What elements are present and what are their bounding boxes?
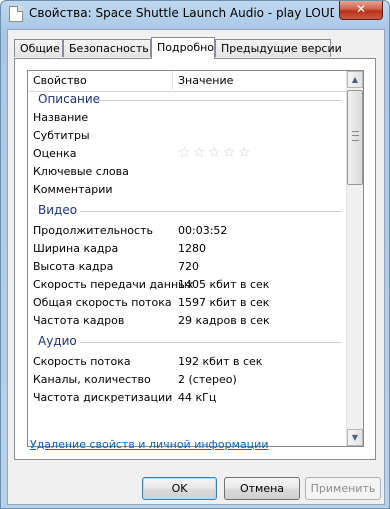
group-label: Видео: [38, 203, 78, 217]
property-name: Скорость потока: [33, 355, 131, 368]
apply-button[interactable]: Применить: [305, 477, 381, 500]
property-name: Оценка: [33, 147, 77, 160]
star-icon[interactable]: ☆: [223, 145, 238, 161]
column-header-value[interactable]: Значение: [173, 71, 346, 90]
star-icon[interactable]: ☆: [208, 145, 223, 161]
star-icon[interactable]: ☆: [178, 145, 193, 161]
property-name: Субтитры: [33, 129, 90, 142]
column-header-property[interactable]: Свойство: [28, 71, 173, 90]
property-name: Продолжительность: [33, 224, 153, 237]
group-header-video: Видео: [28, 202, 346, 220]
scroll-down-arrow-icon[interactable]: ▼: [347, 429, 363, 446]
list-item[interactable]: Комментарии: [28, 181, 346, 199]
property-name: Название: [33, 111, 89, 124]
list-item[interactable]: Скорость потока 192 кбит в сек: [28, 353, 346, 371]
list-item[interactable]: Частота дискретизации 44 кГц: [28, 389, 346, 407]
property-value: 192 кбит в сек: [178, 355, 263, 368]
property-value: 2 (стерео): [178, 373, 237, 386]
remove-properties-link[interactable]: Удаление свойств и личной информации: [30, 438, 268, 451]
tab-details[interactable]: Подробно: [151, 37, 215, 59]
list-item[interactable]: Название: [28, 109, 346, 127]
property-value: 720: [178, 260, 199, 273]
property-name: Частота дискретизации: [33, 391, 173, 404]
list-item[interactable]: Высота кадра 720: [28, 258, 346, 276]
tab-security[interactable]: Безопасность: [63, 39, 151, 57]
vertical-scrollbar[interactable]: ▲ ▼: [346, 71, 363, 446]
list-item[interactable]: Продолжительность 00:03:52: [28, 222, 346, 240]
list-item[interactable]: Частота кадров 29 кадров в сек: [28, 312, 346, 330]
rating-stars[interactable]: ☆ ☆ ☆ ☆ ☆: [178, 145, 253, 161]
property-name: Ширина кадра: [33, 242, 119, 255]
property-value: 1405 кбит в сек: [178, 278, 270, 291]
close-button[interactable]: ✕: [339, 1, 383, 20]
tab-general[interactable]: Общие: [14, 39, 63, 57]
property-value: 44 кГц: [178, 391, 217, 404]
list-item[interactable]: Ширина кадра 1280: [28, 240, 346, 258]
group-divider: [96, 100, 342, 101]
ok-button[interactable]: OK: [142, 477, 217, 500]
scroll-up-arrow-icon[interactable]: ▲: [347, 71, 363, 88]
details-panel: Свойство Значение Описание Название Субт…: [14, 58, 376, 460]
property-name: Каналы, количество: [33, 373, 151, 386]
group-divider: [80, 342, 342, 343]
properties-dialog: Свойства: Space Shuttle Launch Audio - p…: [0, 0, 390, 509]
property-name: Ключевые слова: [33, 165, 129, 178]
list-item[interactable]: Каналы, количество 2 (стерео): [28, 371, 346, 389]
property-value: 29 кадров в сек: [178, 314, 270, 327]
tab-previous-versions[interactable]: Предыдущие версии: [215, 39, 342, 57]
group-label: Описание: [38, 92, 101, 106]
star-icon[interactable]: ☆: [238, 145, 253, 161]
grip-icon: [352, 131, 359, 141]
scrollbar-thumb[interactable]: [347, 90, 363, 185]
group-header-description: Описание: [28, 91, 346, 109]
list-item[interactable]: Оценка ☆ ☆ ☆ ☆ ☆: [28, 145, 346, 163]
property-name: Высота кадра: [33, 260, 114, 273]
property-value: 00:03:52: [178, 224, 228, 237]
title-bar[interactable]: Свойства: Space Shuttle Launch Audio - p…: [1, 1, 389, 27]
list-item[interactable]: Общая скорость потока 1597 кбит в сек: [28, 294, 346, 312]
property-name: Комментарии: [33, 183, 113, 196]
properties-list[interactable]: Свойство Значение Описание Название Субт…: [27, 70, 364, 447]
group-divider: [80, 211, 342, 212]
property-name: Частота кадров: [33, 314, 125, 327]
window-title: Свойства: Space Shuttle Launch Audio - p…: [29, 6, 334, 20]
star-icon[interactable]: ☆: [193, 145, 208, 161]
list-header: Свойство Значение: [28, 71, 346, 92]
cancel-button[interactable]: Отмена: [224, 477, 300, 500]
property-value: 1597 кбит в сек: [178, 296, 270, 309]
dialog-body: Общие Безопасность Подробно Предыдущие в…: [7, 29, 385, 505]
property-name: Скорость передачи данных: [33, 278, 194, 291]
group-label: Аудио: [38, 334, 77, 348]
file-icon: [9, 6, 23, 22]
list-item[interactable]: Субтитры: [28, 127, 346, 145]
list-item[interactable]: Ключевые слова: [28, 163, 346, 181]
property-name: Общая скорость потока: [33, 296, 172, 309]
group-header-audio: Аудио: [28, 333, 346, 351]
list-item[interactable]: Скорость передачи данных 1405 кбит в сек: [28, 276, 346, 294]
property-value: 1280: [178, 242, 206, 255]
